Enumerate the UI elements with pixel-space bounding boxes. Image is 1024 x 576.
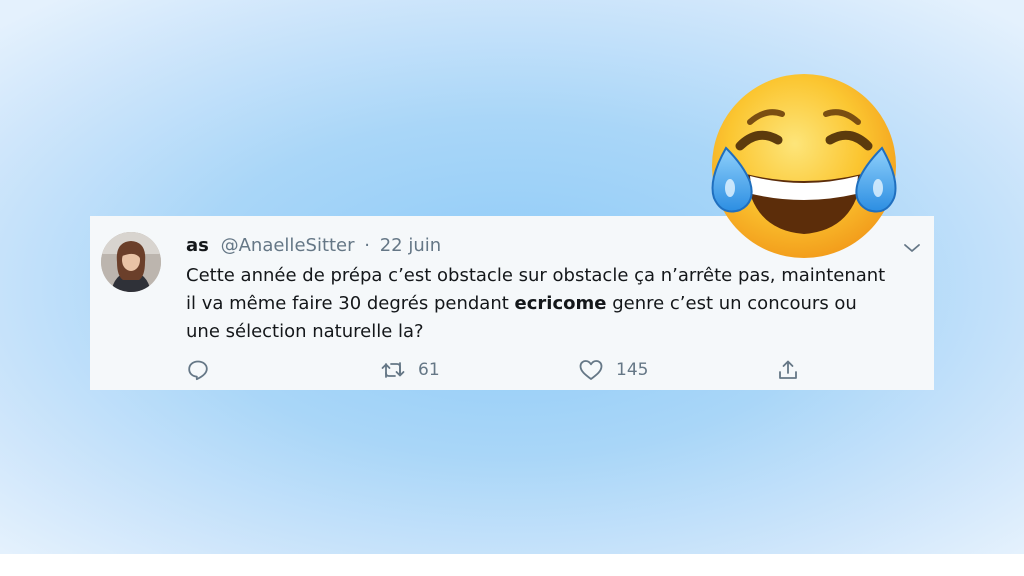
reply-icon (186, 358, 210, 382)
tweet-text-line-2-end: genre c’est un concours ou (606, 293, 857, 314)
tweet-date[interactable]: 22 juin (380, 235, 441, 256)
handle[interactable]: @AnaelleSitter (221, 235, 355, 256)
retweet-button[interactable]: 61 (380, 358, 440, 382)
separator: · (364, 235, 370, 256)
heart-icon (578, 358, 604, 382)
bottom-band (0, 554, 1024, 576)
display-name[interactable]: as (186, 235, 209, 256)
tears-of-joy-emoji-icon (706, 70, 902, 266)
like-button[interactable]: 145 (578, 358, 648, 382)
share-button[interactable] (776, 358, 800, 382)
tweet-text-line-2-start: il va même faire 30 degrés pendant (186, 293, 515, 314)
reply-button[interactable] (186, 358, 210, 382)
retweet-icon (380, 358, 406, 382)
tweet-text-line-1: Cette année de prépa c’est obstacle sur … (186, 265, 886, 286)
tweet-text-line-3: une sélection naturelle la? (186, 321, 424, 342)
tweet-actions: 61 145 (90, 358, 934, 390)
tweet-text: Cette année de prépa c’est obstacle sur … (186, 262, 926, 346)
chevron-down-icon[interactable] (900, 236, 924, 260)
retweet-count: 61 (418, 360, 440, 380)
avatar[interactable] (101, 232, 161, 292)
tweet-text-bold-word: ecricome (514, 293, 607, 314)
tweet-text-line-2: il va même faire 30 degrés pendant ecric… (186, 290, 926, 318)
tweet-header: as @AnaelleSitter · 22 juin (186, 234, 441, 258)
share-icon (776, 358, 800, 382)
like-count: 145 (616, 360, 649, 380)
